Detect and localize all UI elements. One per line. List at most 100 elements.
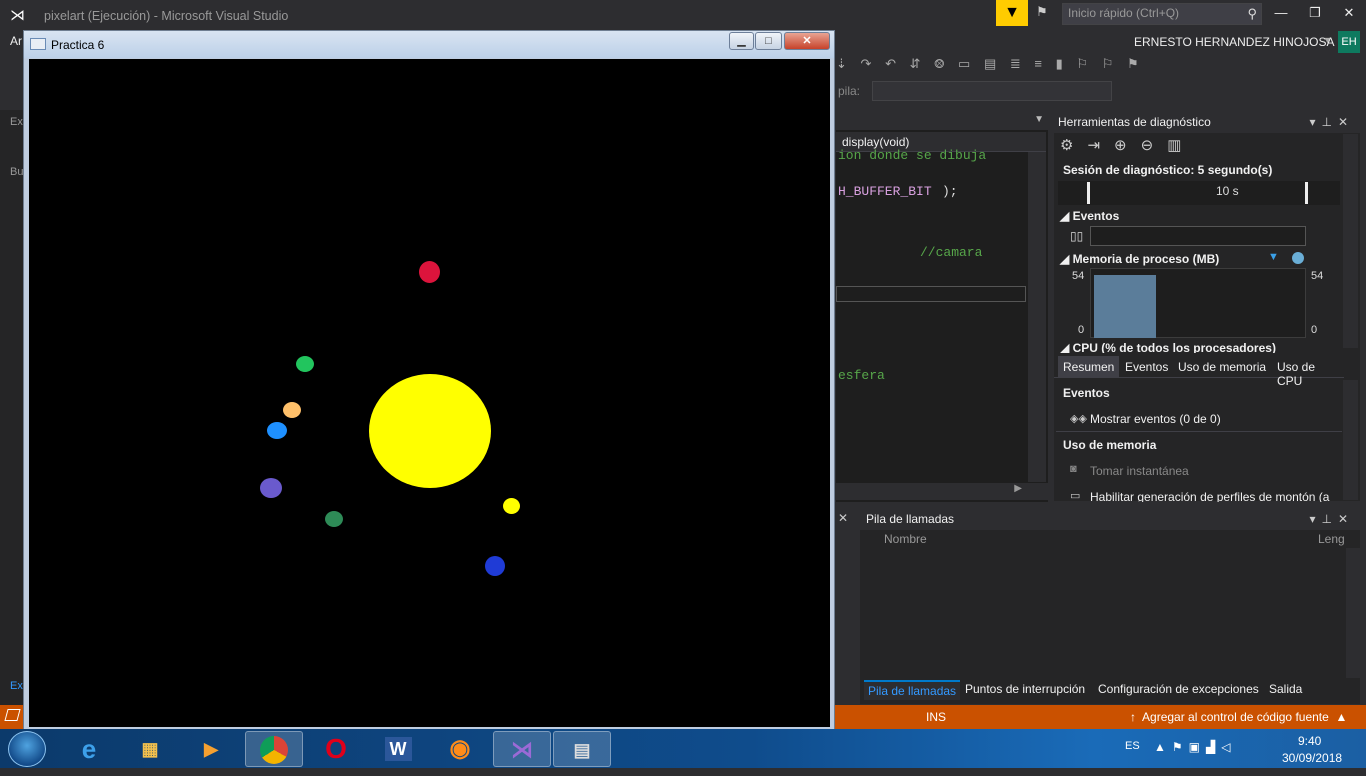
stack-frame-select[interactable]	[872, 81, 1112, 101]
close-icon[interactable]: ✕	[838, 511, 848, 525]
diagnostic-toolbar: ⚙ ⇥ ⊕ ⊖ ▥	[1060, 136, 1195, 154]
breakpoint-list-icon[interactable]: ⇵	[910, 56, 921, 71]
reset-zoom-icon[interactable]: ▥	[1167, 137, 1181, 154]
comment-icon[interactable]: ≡	[1034, 56, 1042, 71]
feedback-icon[interactable]: ⚑	[1036, 4, 1054, 22]
clock-time[interactable]: 9:40	[1298, 734, 1321, 748]
close-icon[interactable]: ✕	[1338, 512, 1354, 526]
system-tray: ▲⚑▣▟◁	[1154, 740, 1236, 754]
step-over-icon[interactable]: ⇣	[836, 56, 847, 71]
close-button[interactable]: ✕	[1334, 5, 1364, 23]
user-name[interactable]: ERNESTO HERNANDEZ HINOJOSA	[1134, 35, 1334, 49]
flag-icon[interactable]: ⚑	[1172, 740, 1189, 754]
opengl-canvas[interactable]	[29, 59, 830, 727]
quick-launch-input[interactable]: Inicio rápido (Ctrl+Q) ⚲	[1062, 3, 1262, 25]
practica-title-bar[interactable]	[24, 31, 834, 58]
gear-icon[interactable]: ⚙	[1060, 137, 1073, 154]
step-into-icon[interactable]: ↷	[861, 56, 872, 71]
show-events-link[interactable]: Mostrar eventos (0 de 0)	[1090, 412, 1221, 426]
planet-red	[419, 261, 440, 283]
restore-button[interactable]: ❐	[1300, 5, 1330, 23]
hex-icon[interactable]: ⨷	[934, 56, 944, 71]
pin-icon[interactable]: ⊥	[1321, 512, 1337, 526]
strip-tab-bottom[interactable]: Ex	[10, 680, 23, 692]
take-snapshot-button[interactable]: Tomar instantánea	[1090, 464, 1189, 478]
chevron-down-icon[interactable]: ▾	[1309, 115, 1321, 129]
tab-config-excepciones[interactable]: Configuración de excepciones	[1094, 680, 1263, 698]
indent-icon[interactable]: ▤	[984, 56, 996, 71]
close-button[interactable]: ✕	[784, 32, 830, 50]
export-icon[interactable]: ⇥	[1087, 137, 1100, 154]
visual-studio-icon[interactable]: ⋊	[493, 731, 551, 767]
minimize-button[interactable]: ▁	[729, 32, 754, 50]
timeline-start-handle[interactable]	[1087, 182, 1090, 204]
step-out-icon[interactable]: ↶	[885, 56, 896, 71]
tab-eventos[interactable]: Eventos	[1120, 356, 1173, 378]
memory-section-header[interactable]: ◢ Memoria de proceso (MB)	[1060, 252, 1219, 266]
timeline-ruler[interactable]	[1058, 181, 1340, 205]
timeline-end-handle[interactable]	[1305, 182, 1308, 204]
close-icon[interactable]: ✕	[1338, 115, 1354, 129]
filter-icon[interactable]: ▼	[996, 0, 1028, 26]
cpu-section-header[interactable]: ◢ CPU (% de todos los procesadores)	[1060, 341, 1276, 353]
column-header-language[interactable]: Leng	[1318, 532, 1345, 546]
memory-axis-max-left: 54	[1072, 270, 1085, 282]
diagnostic-scrollbar[interactable]	[1343, 134, 1358, 348]
events-track	[1090, 226, 1306, 246]
chrome-icon[interactable]	[245, 731, 303, 767]
avatar[interactable]: EH	[1338, 31, 1360, 53]
editor-horizontal-scrollbar[interactable]: ▶	[836, 483, 1048, 500]
editor-vertical-scrollbar[interactable]	[1028, 152, 1046, 482]
strip-tab-explorer[interactable]: Ex	[10, 116, 23, 128]
practica-window-icon[interactable]: ▤	[553, 731, 611, 767]
word-icon[interactable]: W	[369, 731, 427, 767]
bookmark-clear-icon[interactable]: ⚑	[1127, 56, 1139, 71]
tab-resumen[interactable]: Resumen	[1058, 356, 1120, 378]
tab-uso-memoria[interactable]: Uso de memoria	[1173, 356, 1271, 378]
firefox-shield-icon[interactable]: ◉	[431, 731, 489, 767]
volume-icon[interactable]: ◁	[1221, 740, 1236, 754]
pause-icon[interactable]: ▯▯	[1070, 229, 1083, 243]
events-section-header[interactable]: ◢ Eventos	[1060, 209, 1119, 223]
tab-puntos-interrupcion[interactable]: Puntos de interrupción	[961, 680, 1089, 698]
bookmark-prev-icon[interactable]: ⚐	[1076, 56, 1088, 71]
summary-events-title: Eventos	[1063, 386, 1110, 400]
editor-nav-bar[interactable]: ▼	[836, 114, 1048, 130]
bottom-tool-tabs: Pila de llamadas Puntos de interrupción …	[860, 680, 1360, 700]
column-header-name[interactable]: Nombre	[884, 532, 927, 546]
opera-icon[interactable]: O	[307, 731, 365, 767]
minimize-button[interactable]: —	[1266, 5, 1296, 23]
tab-pila-llamadas[interactable]: Pila de llamadas	[864, 680, 961, 700]
gc-marker-icon	[1292, 252, 1304, 264]
pin-icon[interactable]: ⊥	[1321, 115, 1337, 129]
internet-explorer-icon[interactable]: e	[60, 731, 118, 767]
chevron-down-icon[interactable]: ▾	[1309, 512, 1321, 526]
start-button[interactable]	[8, 731, 46, 767]
chevron-down-icon[interactable]: ▼	[1323, 35, 1332, 45]
zoom-in-icon[interactable]: ⊕	[1114, 137, 1127, 154]
menu-archivo[interactable]: Ar	[10, 34, 22, 48]
clock-date[interactable]: 30/09/2018	[1282, 751, 1342, 765]
call-stack-scrollbar[interactable]	[1346, 548, 1360, 678]
bookmark-next-icon[interactable]: ⚐	[1102, 56, 1114, 71]
tab-uso-cpu[interactable]: Uso de CPU	[1272, 356, 1344, 392]
device-icon[interactable]: ▣	[1189, 740, 1206, 754]
enable-heap-profiling-button[interactable]: Habilitar generación de perfiles de mont…	[1090, 490, 1340, 502]
call-stack-panel	[860, 508, 1360, 704]
media-player-icon[interactable]: ▶	[182, 731, 240, 767]
language-indicator[interactable]: ES	[1125, 740, 1140, 752]
bookmark-icon[interactable]: ▮	[1056, 56, 1063, 71]
memory-axis-min-right: 0	[1311, 324, 1318, 336]
chevron-up-icon[interactable]: ▲	[1154, 740, 1172, 754]
strip-search[interactable]: Bu	[10, 166, 23, 178]
thread-icon[interactable]: ▭	[958, 56, 970, 71]
outdent-icon[interactable]: ≣	[1010, 56, 1021, 71]
zoom-out-icon[interactable]: ⊖	[1141, 137, 1154, 154]
maximize-button[interactable]: □	[755, 32, 782, 50]
summary-scrollbar[interactable]	[1343, 380, 1358, 500]
file-explorer-icon[interactable]: ▦	[121, 731, 179, 767]
planet-green	[296, 356, 314, 372]
tab-salida[interactable]: Salida	[1265, 680, 1306, 698]
network-icon[interactable]: ▟	[1206, 740, 1221, 754]
source-control-button[interactable]: ↑ Agregar al control de código fuente ▲	[1130, 710, 1347, 724]
